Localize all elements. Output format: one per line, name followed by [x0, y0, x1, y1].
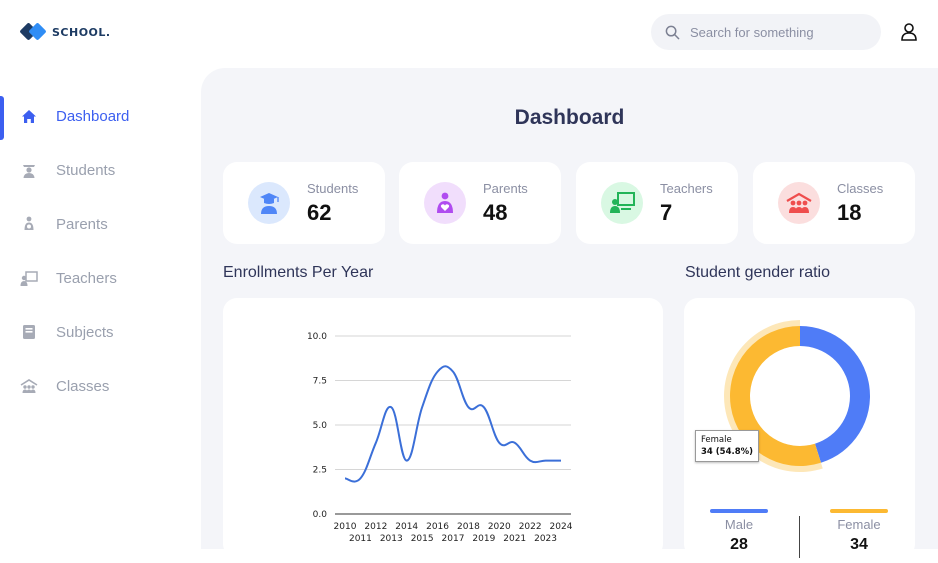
x-tick-label: 2012	[364, 522, 387, 532]
sidebar-item-label: Subjects	[56, 324, 114, 341]
female-value: 34	[819, 536, 899, 554]
page-title: Dashboard	[201, 106, 938, 130]
stat-card-students[interactable]: Students 62	[223, 162, 385, 244]
male-legend-bar	[710, 509, 768, 513]
stat-card-parents[interactable]: Parents 48	[399, 162, 561, 244]
gender-chart-card: Female 34 (54.8%) Male Female 28 34	[684, 298, 915, 558]
sidebar-item-dashboard[interactable]: Dashboard	[0, 94, 200, 138]
parent-icon	[424, 182, 466, 224]
y-tick-label: 0.0	[313, 510, 328, 520]
parent-icon	[20, 215, 38, 233]
x-tick-label: 2018	[457, 522, 480, 532]
female-legend-bar	[830, 509, 888, 513]
x-tick-label: 2010	[334, 522, 357, 532]
sidebar-item-parents[interactable]: Parents	[0, 202, 200, 246]
tooltip-label: Female	[701, 434, 753, 446]
brand-name: SCHOOL.	[52, 26, 111, 39]
x-tick-label: 2016	[426, 522, 449, 532]
sidebar-item-label: Parents	[56, 216, 108, 233]
female-label: Female	[819, 517, 899, 532]
student-icon	[20, 161, 38, 179]
x-tick-label: 2011	[349, 534, 372, 544]
main-content: Dashboard Students 62 Parents 48 Teacher…	[201, 68, 938, 549]
x-tick-label: 2021	[503, 534, 526, 544]
stat-value: 7	[660, 200, 672, 226]
sidebar-item-label: Classes	[56, 378, 109, 395]
stat-label: Teachers	[660, 181, 713, 196]
stat-card-classes[interactable]: Classes 18	[753, 162, 915, 244]
stat-value: 18	[837, 200, 861, 226]
graduate-icon	[248, 182, 290, 224]
male-value: 28	[699, 536, 779, 554]
y-tick-label: 10.0	[307, 332, 327, 342]
stat-card-teachers[interactable]: Teachers 7	[576, 162, 738, 244]
enrollments-title: Enrollments Per Year	[223, 264, 373, 282]
classroom-icon	[778, 182, 820, 224]
classes-icon	[20, 377, 38, 395]
enrollments-line-chart[interactable]: 0.0 2.5 5.0 7.5 10.0 2010 2011 2012 2013 2014 2015…	[223, 298, 663, 558]
logo[interactable]: SCHOOL.	[20, 22, 111, 42]
stat-label: Parents	[483, 181, 528, 196]
sidebar: Dashboard Students Parents Teachers Subj…	[0, 68, 200, 549]
sidebar-item-teachers[interactable]: Teachers	[0, 256, 200, 300]
sidebar-item-label: Students	[56, 162, 115, 179]
enrollments-series-line[interactable]	[345, 366, 561, 481]
sidebar-item-label: Teachers	[56, 270, 117, 287]
logo-icon	[20, 22, 48, 42]
gender-ratio-title: Student gender ratio	[685, 264, 830, 282]
sidebar-item-subjects[interactable]: Subjects	[0, 310, 200, 354]
x-tick-label: 2019	[472, 534, 495, 544]
sidebar-item-students[interactable]: Students	[0, 148, 200, 192]
x-tick-label: 2020	[488, 522, 511, 532]
tooltip-value: 34 (54.8%)	[701, 446, 753, 458]
x-tick-label: 2024	[550, 522, 573, 532]
stat-value: 48	[483, 200, 507, 226]
x-tick-label: 2013	[380, 534, 403, 544]
teacher-icon	[601, 182, 643, 224]
legend-divider	[799, 516, 800, 558]
teacher-icon	[20, 269, 38, 287]
enrollments-chart-card: 0.0 2.5 5.0 7.5 10.0 2010 2011 2012 2013 2014 2015…	[223, 298, 663, 558]
search-icon	[665, 25, 680, 40]
y-tick-label: 5.0	[313, 421, 328, 431]
male-label: Male	[699, 517, 779, 532]
x-tick-label: 2015	[411, 534, 434, 544]
stat-label: Students	[307, 181, 358, 196]
sidebar-item-classes[interactable]: Classes	[0, 364, 200, 408]
search-bar[interactable]	[651, 14, 881, 50]
top-bar: SCHOOL.	[0, 0, 938, 68]
search-input[interactable]	[690, 25, 870, 40]
x-tick-label: 2023	[534, 534, 557, 544]
x-tick-label: 2022	[519, 522, 542, 532]
slice-male[interactable]	[800, 326, 870, 463]
gender-donut-chart[interactable]	[684, 298, 915, 498]
y-tick-label: 7.5	[313, 377, 327, 387]
y-tick-label: 2.5	[313, 466, 327, 476]
user-icon[interactable]	[900, 22, 918, 42]
donut-tooltip: Female 34 (54.8%)	[695, 430, 759, 462]
x-tick-label: 2017	[442, 534, 465, 544]
book-icon	[20, 323, 38, 341]
home-icon	[20, 107, 38, 125]
sidebar-item-label: Dashboard	[56, 108, 129, 125]
stat-label: Classes	[837, 181, 883, 196]
x-tick-label: 2014	[395, 522, 418, 532]
stat-value: 62	[307, 200, 331, 226]
